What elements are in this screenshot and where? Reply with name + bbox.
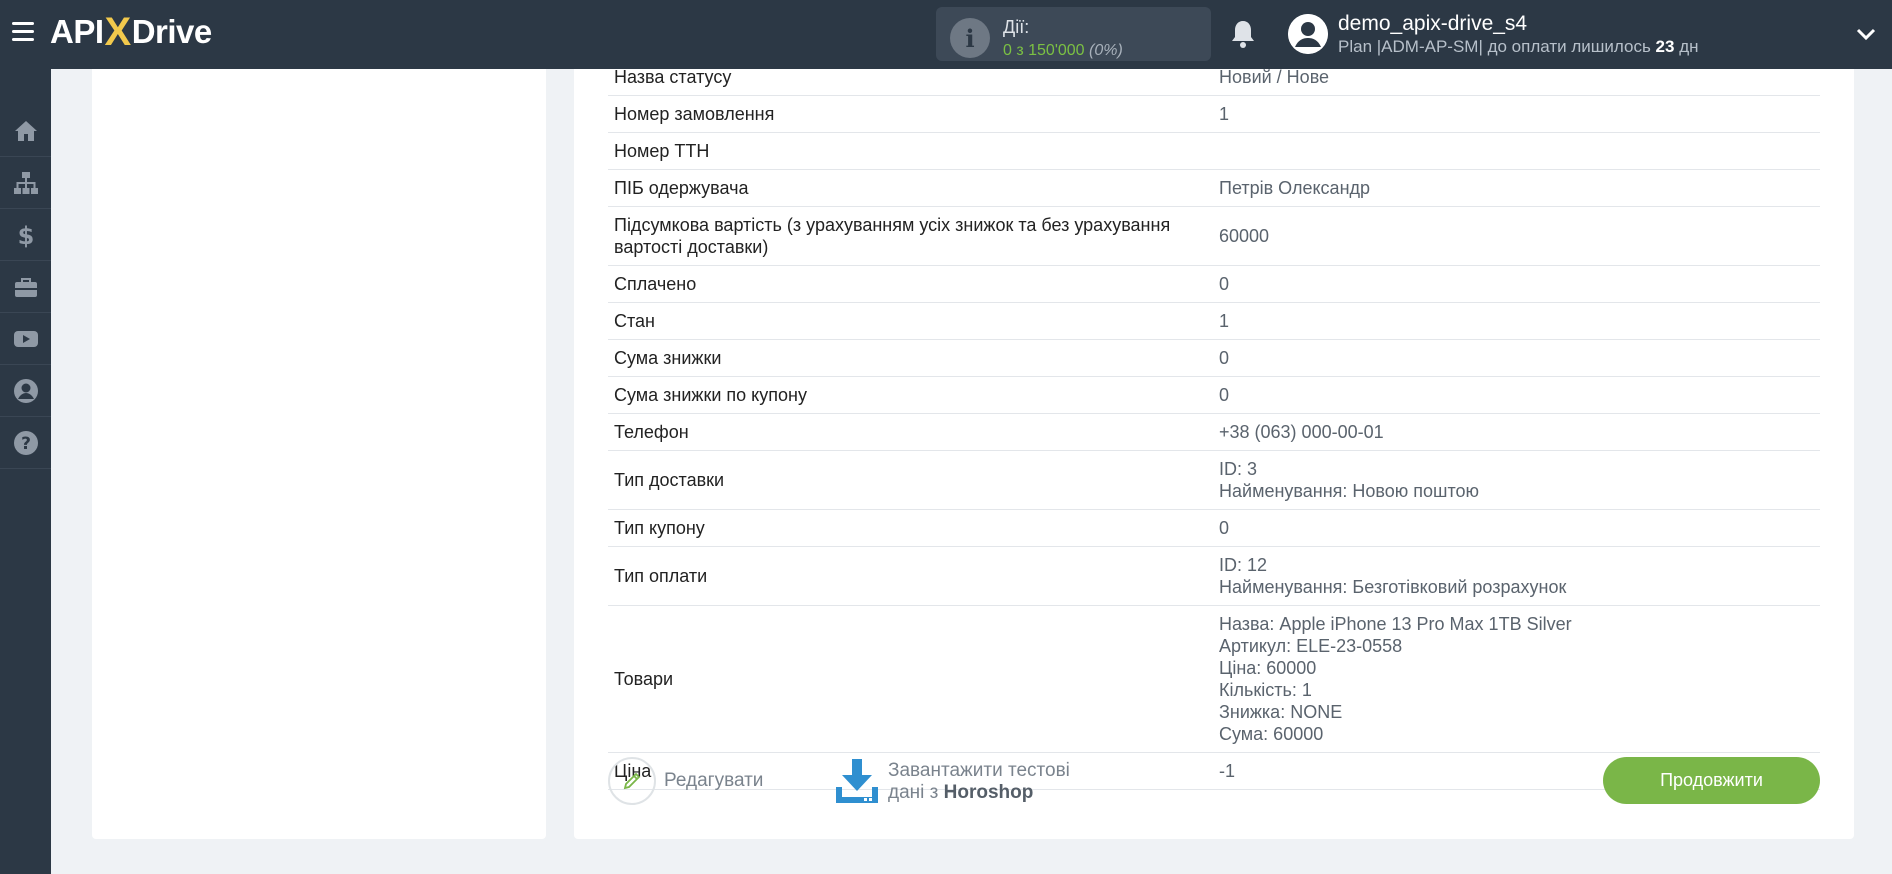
row-key: Номер замовлення xyxy=(614,104,775,124)
actions-label: Дії: xyxy=(1003,17,1030,37)
avatar[interactable] xyxy=(1288,14,1328,54)
download-icon xyxy=(836,759,878,803)
row-value: Новий / Нове xyxy=(1219,69,1330,87)
table-row: Сплачено 0 xyxy=(608,266,1820,303)
continue-button[interactable]: Продовжити xyxy=(1603,757,1820,804)
table-row: ПІБ одержувача Петрів Олександр xyxy=(608,170,1820,207)
row-key: Номер ТТН xyxy=(614,141,710,161)
pencil-icon xyxy=(608,757,656,805)
row-value: Назва: Apple iPhone 13 Pro Max 1TB Silve… xyxy=(1219,614,1572,744)
row-key: Товари xyxy=(614,669,674,689)
sidebar-item-connections[interactable] xyxy=(0,157,51,209)
sidebar-item-profile[interactable] xyxy=(0,365,51,417)
row-key: Стан xyxy=(614,311,655,331)
row-key: Сума знижки по купону xyxy=(614,385,807,405)
row-value: 0 xyxy=(1219,274,1230,294)
user-avatar-icon xyxy=(1288,14,1328,54)
help-icon: ? xyxy=(13,430,38,455)
row-value: 0 xyxy=(1219,348,1230,368)
sidebar: $ ? xyxy=(0,69,51,874)
table-row: Тип доставки ID: 3 Найменування: Новою по… xyxy=(608,451,1820,510)
download-label: Завантажити тестові дані з Horoshop xyxy=(888,760,1070,804)
svg-text:$: $ xyxy=(17,222,34,248)
row-key: Сума знижки xyxy=(614,348,722,368)
table-row: Стан 1 xyxy=(608,303,1820,340)
actions-counter[interactable]: i Дії: 0 з 150'000 (0%) xyxy=(936,7,1211,61)
row-key: ПІБ одержувача xyxy=(614,178,749,198)
download-test-data-button[interactable]: Завантажити тестові дані з Horoshop xyxy=(834,754,1070,810)
row-key: Тип купону xyxy=(614,518,705,538)
edit-label: Редагувати xyxy=(664,770,764,791)
row-value: +38 (063) 000-00-01 xyxy=(1219,422,1384,442)
main-panel: Назва статусу Новий / Нове Номер замовленн… xyxy=(574,69,1854,839)
logo-text-right: Drive xyxy=(131,13,213,50)
youtube-icon xyxy=(13,330,38,347)
row-key: Сплачено xyxy=(614,274,697,294)
svg-text:?: ? xyxy=(21,434,31,454)
sidebar-item-help[interactable]: ? xyxy=(0,417,51,469)
info-icon: i xyxy=(950,18,990,58)
row-key: Назва статусу xyxy=(614,69,732,87)
table-row: Підсумкова вартість (з урахуванням усіх … xyxy=(608,207,1820,266)
row-value: ID: 3 Найменування: Новою поштою xyxy=(1219,459,1480,501)
top-bar: API X Drive i Дії: 0 з 150'000 (0%) demo_a… xyxy=(0,0,1892,69)
row-key: Тип оплати xyxy=(614,566,708,586)
table-row: Номер ТТН xyxy=(608,133,1820,170)
download-label-line2: дані з Horoshop xyxy=(888,782,1034,803)
user-icon xyxy=(13,378,38,403)
row-value: 60000 xyxy=(1219,226,1270,246)
user-plan: Plan |ADM-AP-SM| до оплати лишилось 23 д… xyxy=(1338,37,1699,56)
bell-icon[interactable] xyxy=(1228,18,1258,50)
home-icon xyxy=(14,120,37,141)
logo-x: X xyxy=(104,9,132,54)
table-row: Товари Назва: Apple iPhone 13 Pro Max 1TB… xyxy=(608,606,1820,753)
row-key: Телефон xyxy=(614,422,689,442)
row-value: 0 xyxy=(1219,518,1230,538)
logo[interactable]: API X Drive xyxy=(50,9,213,54)
user-name: demo_apix-drive_s4 xyxy=(1338,12,1528,35)
table-row: Тип купону 0 xyxy=(608,510,1820,547)
table-row: Номер замовлення 1 xyxy=(608,96,1820,133)
sidebar-item-home[interactable] xyxy=(0,105,51,157)
row-value: ID: 12 Найменування: Безготівковий розра… xyxy=(1219,555,1567,597)
row-value: Петрів Олександр xyxy=(1219,178,1371,198)
chevron-down-icon[interactable] xyxy=(1856,26,1876,42)
menu-icon[interactable] xyxy=(12,22,34,41)
table-row: Сума знижки по купону 0 xyxy=(608,377,1820,414)
dollar-icon: $ xyxy=(17,222,34,248)
table-row: Телефон +38 (063) 000-00-01 xyxy=(608,414,1820,451)
row-value: 1 xyxy=(1219,104,1230,124)
row-key: Тип доставки xyxy=(614,470,725,490)
row-value: 0 xyxy=(1219,385,1230,405)
logo-text-left: API xyxy=(50,13,104,50)
row-key: Підсумкова вартість (з урахуванням усіх … xyxy=(614,215,1171,257)
sidebar-item-billing[interactable]: $ xyxy=(0,209,51,261)
data-table: Назва статусу Новий / Нове Номер замовленн… xyxy=(608,69,1820,790)
sidebar-item-briefcase[interactable] xyxy=(0,261,51,313)
table-row: Тип оплати ID: 12 Найменування: Безготівк… xyxy=(608,547,1820,606)
edit-button[interactable]: Редагувати xyxy=(608,757,763,805)
download-label-line1: Завантажити тестові xyxy=(888,760,1070,781)
left-panel xyxy=(92,69,546,839)
row-value xyxy=(1213,144,1820,158)
briefcase-icon xyxy=(14,277,37,297)
table-row: Сума знижки 0 xyxy=(608,340,1820,377)
sitemap-icon xyxy=(13,171,38,194)
table-row: Назва статусу Новий / Нове xyxy=(608,69,1820,96)
sidebar-item-video[interactable] xyxy=(0,313,51,365)
actions-count: 0 з 150'000 (0%) xyxy=(1003,42,1123,59)
row-value: 1 xyxy=(1219,311,1230,331)
